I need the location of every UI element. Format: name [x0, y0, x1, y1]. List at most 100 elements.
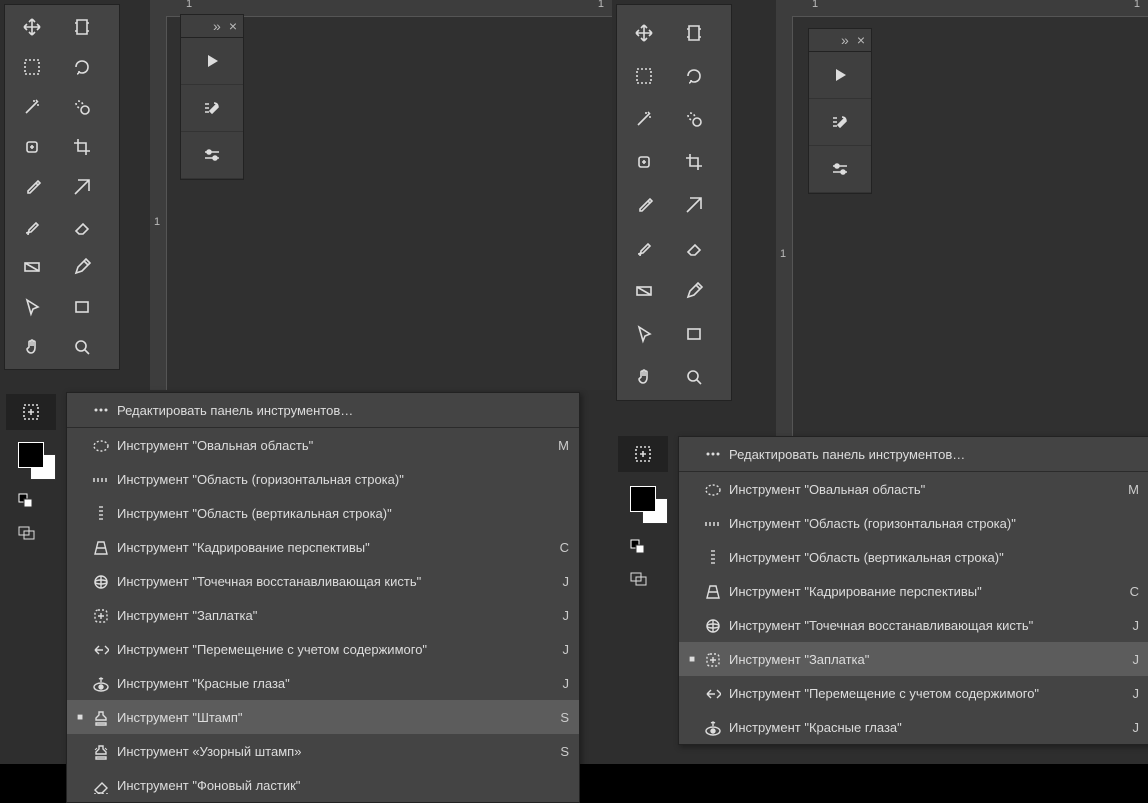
menu-item-label: Инструмент "Красные глаза" [729, 720, 1113, 735]
pen-tool[interactable] [669, 269, 719, 312]
tool-menu-item[interactable]: Инструмент "Область (горизонтальная стро… [67, 462, 579, 496]
crop-tool[interactable] [57, 127, 107, 167]
quick-select-tool[interactable] [57, 87, 107, 127]
rectangle-tool[interactable] [57, 287, 107, 327]
frame-tool[interactable] [669, 183, 719, 226]
lasso-tool[interactable] [57, 47, 107, 87]
brush-presets-button[interactable] [809, 99, 871, 146]
eyedropper-tool[interactable] [7, 167, 57, 207]
panel-close-icon[interactable]: × [857, 32, 865, 48]
ruler-tick-label: 1 [812, 0, 818, 10]
panel-expand-icon[interactable]: » [841, 32, 849, 48]
frame-tool[interactable] [57, 167, 107, 207]
hidden-tools-flyout: Редактировать панель инструментов…Инстру… [678, 436, 1148, 745]
foreground-color-swatch[interactable] [18, 442, 44, 468]
artboard-tool[interactable] [57, 7, 107, 47]
brush-presets-button[interactable] [181, 85, 243, 132]
magic-wand-tool[interactable] [619, 97, 669, 140]
menu-item-shortcut: J [551, 676, 569, 691]
tool-menu-item[interactable]: Инструмент "Кадрирование перспективы"C [67, 530, 579, 564]
menu-item-shortcut: J [1121, 720, 1139, 735]
rectangle-tool[interactable] [669, 312, 719, 355]
screen-mode-icon[interactable] [624, 566, 654, 590]
menu-item-label: Инструмент "Заплатка" [117, 608, 543, 623]
color-swatches[interactable] [12, 438, 72, 484]
hidden-tools-button[interactable] [618, 436, 668, 472]
zoom-tool[interactable] [669, 355, 719, 398]
hand-tool[interactable] [7, 327, 57, 367]
default-colors-icon[interactable] [624, 536, 654, 560]
adjustments-button[interactable] [809, 146, 871, 193]
tool-menu-item[interactable]: Инструмент "Область (горизонтальная стро… [679, 506, 1148, 540]
color-swatches[interactable] [624, 482, 684, 528]
tool-menu-item[interactable]: Инструмент "Заплатка"J [67, 598, 579, 632]
menu-item-shortcut: M [1121, 482, 1139, 497]
artboard-tool[interactable] [669, 11, 719, 54]
tool-menu-item[interactable]: ■Инструмент "Штамп"S [67, 700, 579, 734]
tools-panel [4, 4, 120, 370]
menu-item-label: Инструмент "Штамп" [117, 710, 543, 725]
gradient-tool[interactable] [7, 247, 57, 287]
hand-tool[interactable] [619, 355, 669, 398]
tool-menu-item[interactable]: Инструмент "Красные глаза" J [679, 710, 1148, 744]
default-colors-icon[interactable] [12, 490, 42, 514]
eyedropper-tool[interactable] [619, 183, 669, 226]
eraser-tool[interactable] [57, 207, 107, 247]
actions-panel: » × [180, 14, 244, 180]
menu-item-label: Редактировать панель инструментов… [117, 403, 543, 418]
contentmove-icon [703, 684, 721, 702]
tool-menu-item[interactable]: Инструмент "Овальная область"M [679, 472, 1148, 506]
crop-tool[interactable] [669, 140, 719, 183]
perspcrop-icon [91, 538, 109, 556]
move-tool[interactable] [7, 7, 57, 47]
tool-menu-item[interactable]: Инструмент "Перемещение с учетом содержи… [679, 676, 1148, 710]
edit-toolbar-item[interactable]: Редактировать панель инструментов… [679, 437, 1148, 471]
quick-select-tool[interactable] [669, 97, 719, 140]
spotheal-icon [703, 616, 721, 634]
eraser-tool[interactable] [669, 226, 719, 269]
path-select-tool[interactable] [619, 312, 669, 355]
redeye-icon [703, 718, 721, 736]
tool-menu-item[interactable]: Инструмент «Узорный штамп»S [67, 734, 579, 768]
tool-menu-item[interactable]: Инструмент "Точечная восстанавливающая к… [679, 608, 1148, 642]
bgeraser-icon [91, 776, 109, 794]
tool-menu-item[interactable]: Инструмент "Область (вертикальная строка… [679, 540, 1148, 574]
menu-item-label: Инструмент "Точечная восстанавливающая к… [729, 618, 1113, 633]
brush-tool[interactable] [619, 226, 669, 269]
panel-expand-icon[interactable]: » [213, 18, 221, 34]
foreground-color-swatch[interactable] [630, 486, 656, 512]
pen-tool[interactable] [57, 247, 107, 287]
panel-close-icon[interactable]: × [229, 18, 237, 34]
gradient-tool[interactable] [619, 269, 669, 312]
zoom-tool[interactable] [57, 327, 107, 367]
active-marker: ■ [77, 712, 83, 723]
menu-item-label: Инструмент "Заплатка" [729, 652, 1113, 667]
play-action-button[interactable] [181, 38, 243, 85]
magic-wand-tool[interactable] [7, 87, 57, 127]
marquee-tool[interactable] [619, 54, 669, 97]
spot-heal-tool[interactable] [7, 127, 57, 167]
edit-toolbar-item[interactable]: Редактировать панель инструментов… [67, 393, 579, 427]
rowmarq-icon [91, 470, 109, 488]
play-action-button[interactable] [809, 52, 871, 99]
spot-heal-tool[interactable] [619, 140, 669, 183]
brush-tool[interactable] [7, 207, 57, 247]
tool-menu-item[interactable]: Инструмент "Фоновый ластик" [67, 768, 579, 802]
path-select-tool[interactable] [7, 287, 57, 327]
marquee-tool[interactable] [7, 47, 57, 87]
redeye-icon [91, 674, 109, 692]
tool-menu-item[interactable]: Инструмент "Точечная восстанавливающая к… [67, 564, 579, 598]
patch-icon [703, 650, 721, 668]
tool-menu-item[interactable]: Инструмент "Кадрирование перспективы"C [679, 574, 1148, 608]
screen-mode-icon[interactable] [12, 520, 42, 544]
adjustments-button[interactable] [181, 132, 243, 179]
tool-menu-item[interactable]: Инструмент "Область (вертикальная строка… [67, 496, 579, 530]
move-tool[interactable] [619, 11, 669, 54]
tool-menu-item[interactable]: Инструмент "Перемещение с учетом содержи… [67, 632, 579, 666]
hidden-tools-button[interactable] [6, 394, 56, 430]
tool-menu-item[interactable]: ■Инструмент "Заплатка"J [679, 642, 1148, 676]
lasso-tool[interactable] [669, 54, 719, 97]
tool-menu-item[interactable]: Инструмент "Красные глаза"J [67, 666, 579, 700]
tool-menu-item[interactable]: Инструмент "Овальная область"M [67, 428, 579, 462]
ellipse-icon [703, 480, 721, 498]
